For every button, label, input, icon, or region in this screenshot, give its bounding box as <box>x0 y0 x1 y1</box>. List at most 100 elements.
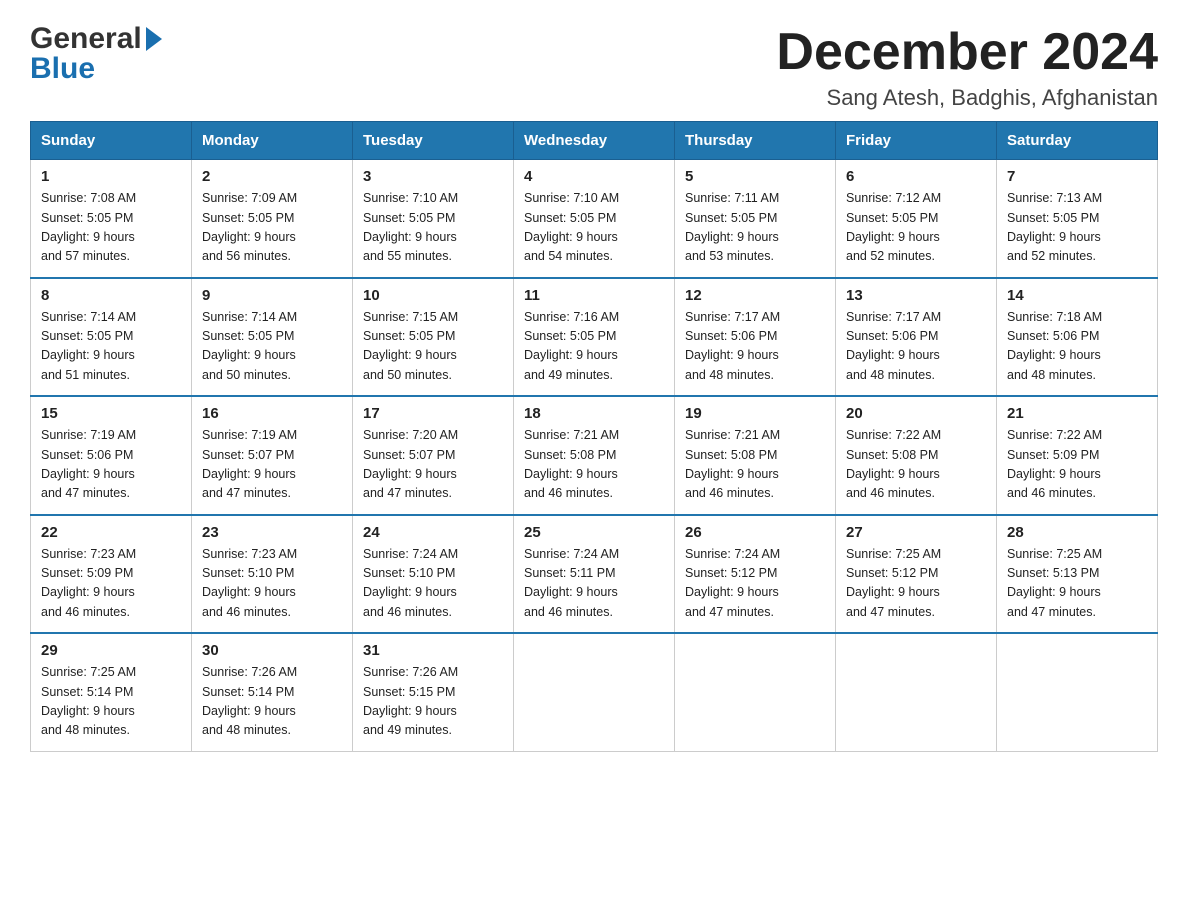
day-number: 4 <box>524 168 664 185</box>
day-number: 2 <box>202 168 342 185</box>
calendar-cell: 23 Sunrise: 7:23 AMSunset: 5:10 PMDaylig… <box>192 515 353 634</box>
day-info: Sunrise: 7:24 AMSunset: 5:12 PMDaylight:… <box>685 547 780 619</box>
calendar-cell: 31 Sunrise: 7:26 AMSunset: 5:15 PMDaylig… <box>353 633 514 751</box>
calendar-cell: 15 Sunrise: 7:19 AMSunset: 5:06 PMDaylig… <box>31 396 192 515</box>
calendar-cell: 1 Sunrise: 7:08 AMSunset: 5:05 PMDayligh… <box>31 160 192 278</box>
day-number: 26 <box>685 524 825 541</box>
title-block: December 2024 Sang Atesh, Badghis, Afgha… <box>776 24 1158 111</box>
day-info: Sunrise: 7:09 AMSunset: 5:05 PMDaylight:… <box>202 191 297 263</box>
day-number: 29 <box>41 642 181 659</box>
day-number: 22 <box>41 524 181 541</box>
calendar-cell <box>675 633 836 751</box>
page-header: General Blue December 2024 Sang Atesh, B… <box>30 24 1158 111</box>
calendar-week-row: 29 Sunrise: 7:25 AMSunset: 5:14 PMDaylig… <box>31 633 1158 751</box>
day-info: Sunrise: 7:08 AMSunset: 5:05 PMDaylight:… <box>41 191 136 263</box>
calendar-cell: 18 Sunrise: 7:21 AMSunset: 5:08 PMDaylig… <box>514 396 675 515</box>
day-info: Sunrise: 7:19 AMSunset: 5:06 PMDaylight:… <box>41 428 136 500</box>
calendar-cell: 6 Sunrise: 7:12 AMSunset: 5:05 PMDayligh… <box>836 160 997 278</box>
day-info: Sunrise: 7:18 AMSunset: 5:06 PMDaylight:… <box>1007 310 1102 382</box>
day-info: Sunrise: 7:14 AMSunset: 5:05 PMDaylight:… <box>41 310 136 382</box>
calendar-cell: 30 Sunrise: 7:26 AMSunset: 5:14 PMDaylig… <box>192 633 353 751</box>
logo-triangle-icon <box>146 27 162 51</box>
day-number: 23 <box>202 524 342 541</box>
calendar-cell: 10 Sunrise: 7:15 AMSunset: 5:05 PMDaylig… <box>353 278 514 397</box>
day-info: Sunrise: 7:16 AMSunset: 5:05 PMDaylight:… <box>524 310 619 382</box>
day-info: Sunrise: 7:26 AMSunset: 5:15 PMDaylight:… <box>363 665 458 737</box>
day-info: Sunrise: 7:22 AMSunset: 5:09 PMDaylight:… <box>1007 428 1102 500</box>
calendar-day-header: Wednesday <box>514 122 675 160</box>
day-number: 6 <box>846 168 986 185</box>
day-number: 8 <box>41 287 181 304</box>
calendar-cell: 22 Sunrise: 7:23 AMSunset: 5:09 PMDaylig… <box>31 515 192 634</box>
day-number: 1 <box>41 168 181 185</box>
day-number: 9 <box>202 287 342 304</box>
calendar-cell: 2 Sunrise: 7:09 AMSunset: 5:05 PMDayligh… <box>192 160 353 278</box>
day-info: Sunrise: 7:22 AMSunset: 5:08 PMDaylight:… <box>846 428 941 500</box>
calendar-day-header: Friday <box>836 122 997 160</box>
calendar-cell: 8 Sunrise: 7:14 AMSunset: 5:05 PMDayligh… <box>31 278 192 397</box>
calendar-cell: 24 Sunrise: 7:24 AMSunset: 5:10 PMDaylig… <box>353 515 514 634</box>
calendar-cell: 20 Sunrise: 7:22 AMSunset: 5:08 PMDaylig… <box>836 396 997 515</box>
calendar-cell: 25 Sunrise: 7:24 AMSunset: 5:11 PMDaylig… <box>514 515 675 634</box>
calendar-cell: 19 Sunrise: 7:21 AMSunset: 5:08 PMDaylig… <box>675 396 836 515</box>
calendar-cell: 16 Sunrise: 7:19 AMSunset: 5:07 PMDaylig… <box>192 396 353 515</box>
day-number: 13 <box>846 287 986 304</box>
calendar-day-header: Monday <box>192 122 353 160</box>
calendar-cell: 13 Sunrise: 7:17 AMSunset: 5:06 PMDaylig… <box>836 278 997 397</box>
calendar-day-header: Thursday <box>675 122 836 160</box>
day-number: 7 <box>1007 168 1147 185</box>
calendar-week-row: 22 Sunrise: 7:23 AMSunset: 5:09 PMDaylig… <box>31 515 1158 634</box>
day-number: 16 <box>202 405 342 422</box>
day-info: Sunrise: 7:12 AMSunset: 5:05 PMDaylight:… <box>846 191 941 263</box>
day-number: 18 <box>524 405 664 422</box>
calendar-cell: 12 Sunrise: 7:17 AMSunset: 5:06 PMDaylig… <box>675 278 836 397</box>
day-info: Sunrise: 7:26 AMSunset: 5:14 PMDaylight:… <box>202 665 297 737</box>
calendar-week-row: 15 Sunrise: 7:19 AMSunset: 5:06 PMDaylig… <box>31 396 1158 515</box>
calendar-cell <box>997 633 1158 751</box>
day-info: Sunrise: 7:23 AMSunset: 5:10 PMDaylight:… <box>202 547 297 619</box>
logo-blue-text: Blue <box>30 54 95 84</box>
day-info: Sunrise: 7:24 AMSunset: 5:10 PMDaylight:… <box>363 547 458 619</box>
day-number: 28 <box>1007 524 1147 541</box>
day-number: 24 <box>363 524 503 541</box>
logo-general: General <box>30 24 162 54</box>
calendar-cell: 4 Sunrise: 7:10 AMSunset: 5:05 PMDayligh… <box>514 160 675 278</box>
calendar-cell: 7 Sunrise: 7:13 AMSunset: 5:05 PMDayligh… <box>997 160 1158 278</box>
calendar-cell: 9 Sunrise: 7:14 AMSunset: 5:05 PMDayligh… <box>192 278 353 397</box>
day-info: Sunrise: 7:25 AMSunset: 5:13 PMDaylight:… <box>1007 547 1102 619</box>
day-number: 15 <box>41 405 181 422</box>
calendar-cell: 27 Sunrise: 7:25 AMSunset: 5:12 PMDaylig… <box>836 515 997 634</box>
page-title: December 2024 <box>776 24 1158 81</box>
calendar-cell <box>836 633 997 751</box>
calendar-cell: 17 Sunrise: 7:20 AMSunset: 5:07 PMDaylig… <box>353 396 514 515</box>
logo-blue: Blue <box>30 54 162 84</box>
day-info: Sunrise: 7:21 AMSunset: 5:08 PMDaylight:… <box>524 428 619 500</box>
day-number: 30 <box>202 642 342 659</box>
day-info: Sunrise: 7:11 AMSunset: 5:05 PMDaylight:… <box>685 191 779 263</box>
logo: General Blue <box>30 24 162 84</box>
day-number: 20 <box>846 405 986 422</box>
day-number: 14 <box>1007 287 1147 304</box>
day-number: 11 <box>524 287 664 304</box>
day-info: Sunrise: 7:13 AMSunset: 5:05 PMDaylight:… <box>1007 191 1102 263</box>
calendar-table: SundayMondayTuesdayWednesdayThursdayFrid… <box>30 121 1158 752</box>
day-info: Sunrise: 7:10 AMSunset: 5:05 PMDaylight:… <box>363 191 458 263</box>
day-number: 19 <box>685 405 825 422</box>
day-info: Sunrise: 7:21 AMSunset: 5:08 PMDaylight:… <box>685 428 780 500</box>
calendar-day-header: Saturday <box>997 122 1158 160</box>
calendar-cell: 21 Sunrise: 7:22 AMSunset: 5:09 PMDaylig… <box>997 396 1158 515</box>
logo-general-text: General <box>30 24 142 54</box>
calendar-week-row: 8 Sunrise: 7:14 AMSunset: 5:05 PMDayligh… <box>31 278 1158 397</box>
day-info: Sunrise: 7:17 AMSunset: 5:06 PMDaylight:… <box>685 310 780 382</box>
day-number: 31 <box>363 642 503 659</box>
calendar-header-row: SundayMondayTuesdayWednesdayThursdayFrid… <box>31 122 1158 160</box>
day-info: Sunrise: 7:24 AMSunset: 5:11 PMDaylight:… <box>524 547 619 619</box>
day-info: Sunrise: 7:15 AMSunset: 5:05 PMDaylight:… <box>363 310 458 382</box>
calendar-cell <box>514 633 675 751</box>
day-number: 17 <box>363 405 503 422</box>
calendar-cell: 3 Sunrise: 7:10 AMSunset: 5:05 PMDayligh… <box>353 160 514 278</box>
day-info: Sunrise: 7:25 AMSunset: 5:14 PMDaylight:… <box>41 665 136 737</box>
day-number: 27 <box>846 524 986 541</box>
day-number: 3 <box>363 168 503 185</box>
page-subtitle: Sang Atesh, Badghis, Afghanistan <box>776 85 1158 111</box>
